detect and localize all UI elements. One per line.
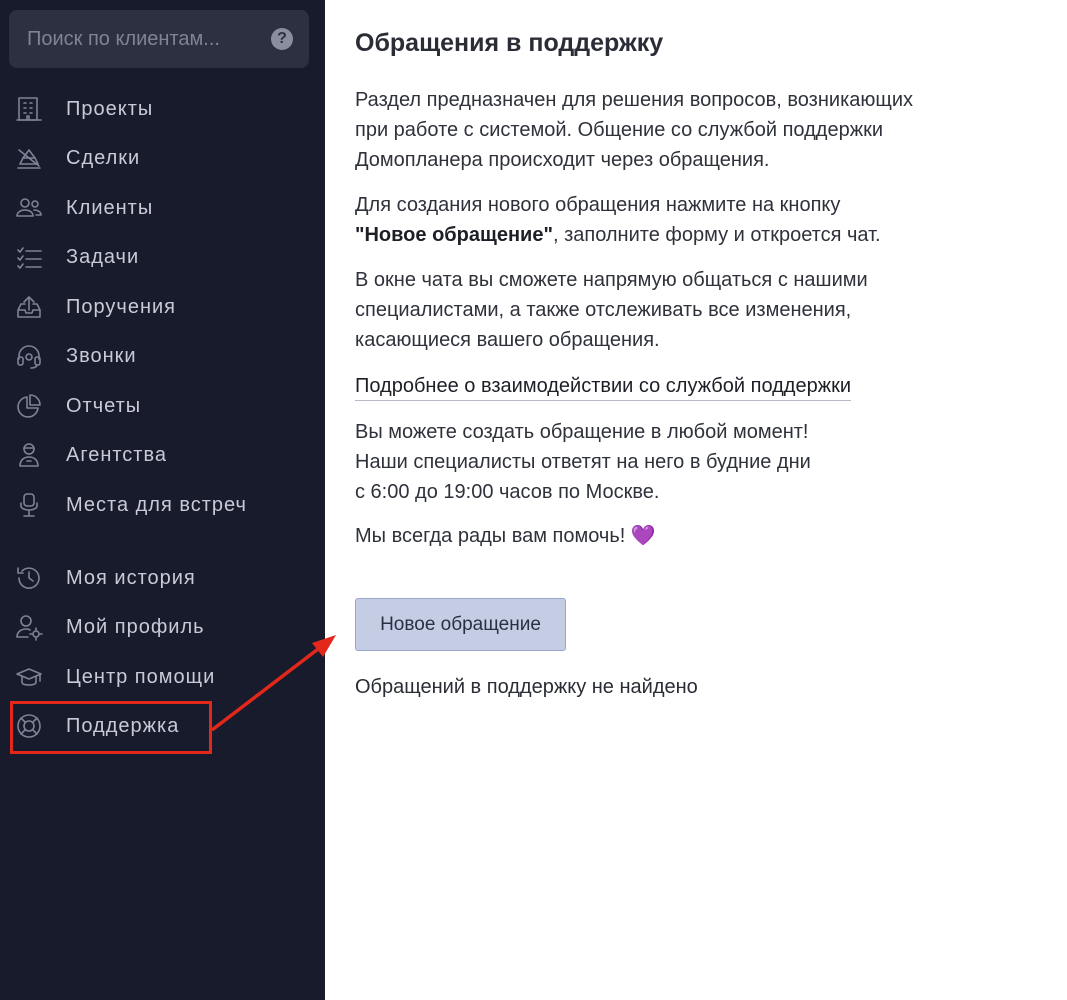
text-fragment: , заполните форму и откроется чат. — [552, 224, 881, 246]
sidebar-item-label: Агентства — [66, 444, 167, 466]
page-title: Обращения в поддержку — [355, 29, 664, 57]
intro-text: Раздел предназначен для решения вопросов… — [355, 85, 913, 175]
deal-icon — [14, 144, 44, 172]
sidebar-item-deals[interactable]: Сделки — [0, 135, 325, 181]
create-instructions: Для создания нового обращения нажмите на… — [355, 190, 881, 250]
chat-info: В окне чата вы сможете напрямую общаться… — [355, 265, 868, 355]
text-line: Вы можете создать обращение в любой моме… — [355, 421, 809, 443]
sidebar-item-label: Места для встреч — [66, 494, 247, 516]
text-line: "Новое обращение", заполните форму и отк… — [355, 220, 881, 250]
question-circle-icon[interactable]: ? — [271, 28, 293, 50]
sidebar-item-my-history[interactable]: Моя история — [0, 555, 325, 601]
text-line: Домопланера происходит через обращения. — [355, 149, 770, 171]
text-line: Для создания нового обращения нажмите на… — [355, 194, 841, 216]
support-info-link[interactable]: Подробнее о взаимодействии со службой по… — [355, 372, 852, 401]
sidebar: ? Проекты Сделки Клиенты Задачи Поручени… — [0, 0, 325, 1000]
sidebar-item-label: Задачи — [66, 246, 140, 268]
building-icon — [14, 95, 44, 123]
sidebar-item-label: Сделки — [66, 147, 141, 169]
agent-icon — [14, 441, 44, 469]
sidebar-item-tasks[interactable]: Задачи — [0, 234, 325, 280]
sidebar-item-label: Мой профиль — [66, 616, 205, 638]
upload-tray-icon — [14, 293, 44, 321]
sidebar-item-clients[interactable]: Клиенты — [0, 185, 325, 231]
checklist-icon — [14, 243, 44, 271]
graduation-cap-icon — [14, 663, 44, 691]
sidebar-item-agencies[interactable]: Агентства — [0, 432, 325, 478]
sidebar-item-label: Проекты — [66, 98, 154, 120]
text-line: при работе с системой. Общение со службо… — [355, 119, 883, 141]
sidebar-item-my-profile[interactable]: Мой профиль — [0, 604, 325, 650]
sidebar-item-label: Поручения — [66, 296, 176, 318]
pie-chart-icon — [14, 392, 44, 420]
text-line: Раздел предназначен для решения вопросов… — [355, 89, 914, 111]
text-line: Мы всегда рады вам помочь! 💜 — [355, 521, 656, 551]
working-hours: Вы можете создать обращение в любой моме… — [355, 417, 811, 507]
user-settings-icon — [14, 613, 44, 641]
empty-state-message: Обращений в поддержку не найдено — [355, 676, 698, 698]
headset-icon — [14, 342, 44, 370]
sidebar-item-label: Моя история — [66, 567, 196, 589]
text-line: В окне чата вы сможете напрямую общаться… — [355, 269, 868, 291]
sidebar-item-label: Клиенты — [66, 197, 154, 219]
meeting-place-icon — [14, 491, 44, 519]
text-line: с 6:00 до 19:00 часов по Москве. — [355, 481, 660, 503]
search-input[interactable] — [9, 10, 309, 68]
sidebar-item-label: Центр помощи — [66, 666, 216, 688]
new-ticket-button[interactable]: Новое обращение — [355, 598, 566, 651]
sidebar-item-calls[interactable]: Звонки — [0, 333, 325, 379]
sidebar-item-projects[interactable]: Проекты — [0, 86, 325, 132]
sidebar-item-assignments[interactable]: Поручения — [0, 284, 325, 330]
sidebar-item-help-center[interactable]: Центр помощи — [0, 654, 325, 700]
welcome-text: Мы всегда рады вам помочь! 💜 — [355, 521, 656, 551]
sidebar-item-reports[interactable]: Отчеты — [0, 383, 325, 429]
welcome-fragment: Мы всегда рады вам помочь! — [355, 525, 631, 547]
users-icon — [14, 194, 44, 222]
heart-icon: 💜 — [630, 525, 656, 547]
button-name-bold: "Новое обращение" — [355, 224, 553, 246]
search-box: ? — [9, 10, 309, 68]
text-line: специалистами, а также отслеживать все и… — [355, 299, 852, 321]
sidebar-item-meeting-places[interactable]: Места для встреч — [0, 482, 325, 528]
history-icon — [14, 564, 44, 592]
text-line: касающиеся вашего обращения. — [355, 329, 660, 351]
highlight-box — [10, 701, 212, 754]
text-line: Наши специалисты ответят на него в будни… — [355, 451, 811, 473]
sidebar-item-label: Звонки — [66, 345, 137, 367]
sidebar-item-label: Отчеты — [66, 395, 142, 417]
